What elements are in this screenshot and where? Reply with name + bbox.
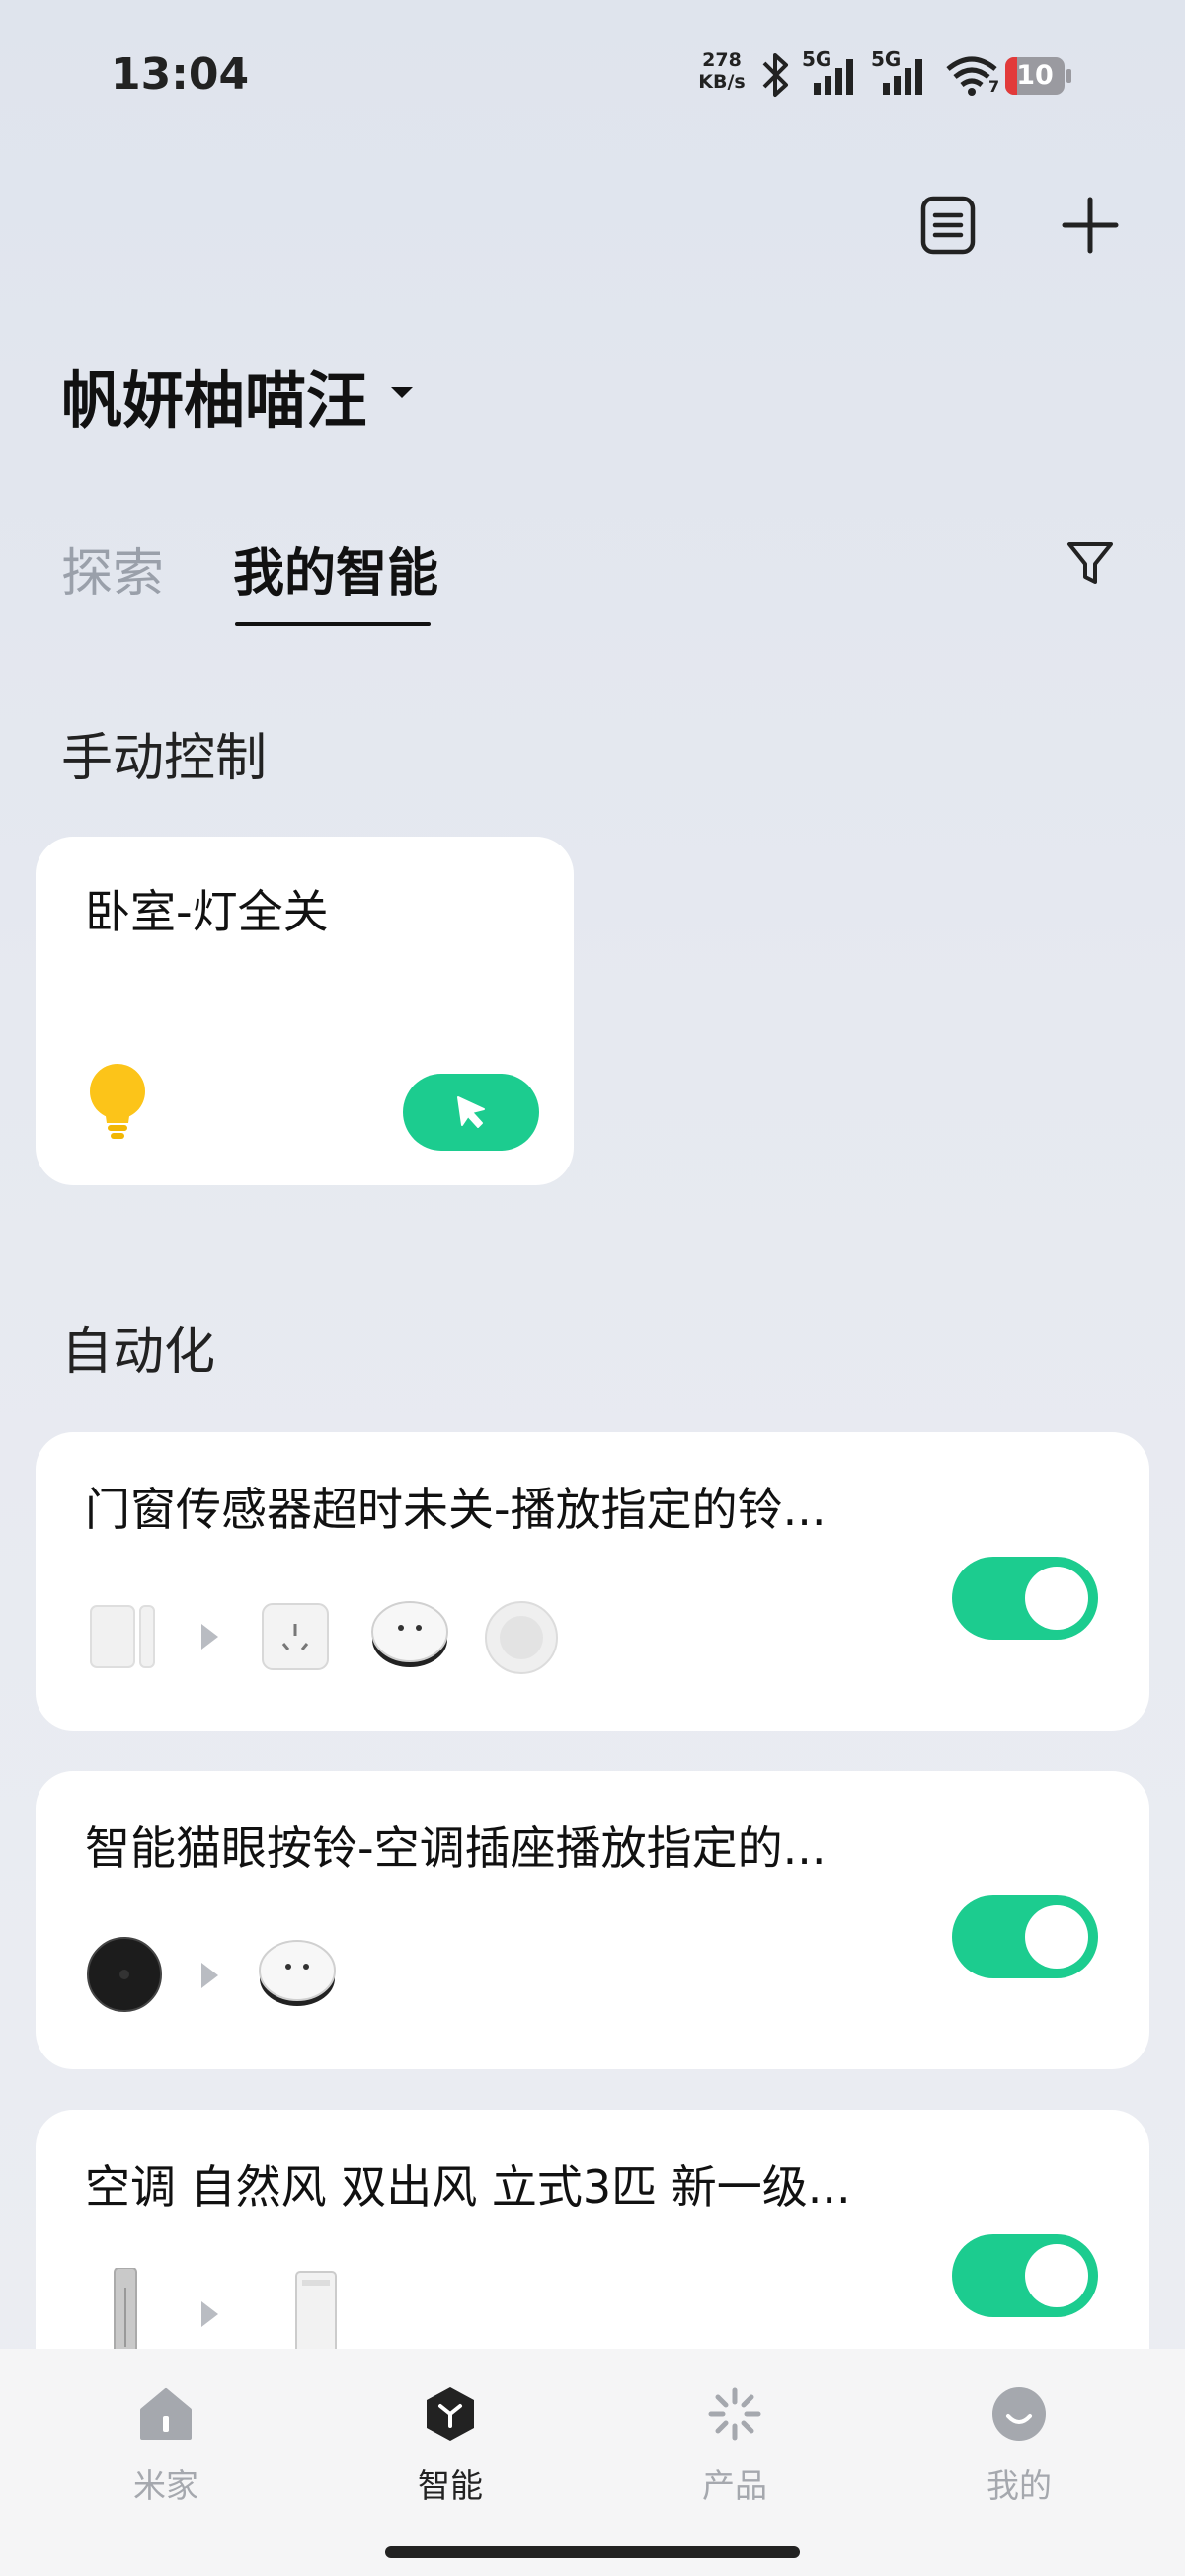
signal-icon (883, 59, 922, 95)
cursor-icon (457, 1096, 485, 1128)
battery-level: 10 (1016, 60, 1054, 91)
automation-title: 空调 自然风 双出风 立式3匹 新一级... (85, 2160, 851, 2214)
network-speed-unit: KB/s (698, 71, 746, 93)
bulb-icon (90, 1064, 145, 1139)
arrow-icon (201, 1624, 218, 1650)
battery-icon: 10 (1005, 57, 1072, 95)
smart-icon (427, 2387, 474, 2441)
nav-item-home[interactable]: 米家 (87, 2384, 245, 2507)
bottom-nav: 米家 智能 产品 我的 (0, 2349, 1185, 2576)
arrow-icon (201, 1963, 218, 1988)
door-sensor-icon (90, 1605, 155, 1668)
automation-toggle[interactable] (952, 1895, 1098, 1978)
automation-title: 智能猫眼按铃-空调插座播放指定的... (85, 1821, 827, 1875)
nav-label: 智能 (418, 2466, 483, 2505)
product-icon (708, 2387, 761, 2441)
nav-label: 米家 (133, 2466, 198, 2505)
smart-doorbell-icon (87, 1937, 162, 2012)
arrow-icon (201, 2301, 218, 2327)
scene-name: 卧室-灯全关 (85, 885, 329, 938)
log-icon[interactable] (918, 196, 978, 255)
automation-card[interactable]: 门窗传感器超时未关-播放指定的铃... (36, 1432, 1149, 1731)
manual-scene-card[interactable]: 卧室-灯全关 (36, 837, 574, 1185)
network-speed: 278 KB/s (696, 49, 748, 93)
automation-card[interactable]: 智能猫眼按铃-空调插座播放指定的... (36, 1771, 1149, 2069)
automation-toggle[interactable] (952, 1557, 1098, 1640)
manual-section-title: 手动控制 (61, 729, 268, 788)
nav-label: 我的 (987, 2466, 1052, 2505)
nav-item-product[interactable]: 产品 (656, 2384, 814, 2507)
plus-icon[interactable] (1061, 196, 1120, 255)
bluetooth-icon (762, 53, 788, 97)
nav-label: 产品 (702, 2466, 767, 2505)
gateway-icon (485, 1601, 558, 1674)
status-time: 13:04 (111, 49, 250, 100)
signal-icon (814, 59, 853, 95)
run-scene-button[interactable] (403, 1074, 539, 1151)
automation-title: 门窗传感器超时未关-播放指定的铃... (85, 1483, 827, 1536)
tab-my-smart[interactable]: 我的智能 (233, 531, 438, 605)
nav-item-smart[interactable]: 智能 (371, 2384, 529, 2507)
network-speed-value: 278 (702, 49, 742, 71)
profile-icon (992, 2387, 1046, 2441)
smart-plug-icon (262, 1603, 329, 1670)
home-icon (140, 2388, 192, 2440)
ac-companion-icon (371, 1601, 448, 1667)
tab-explore[interactable]: 探索 (61, 531, 164, 605)
automation-section-title: 自动化 (61, 1323, 216, 1382)
tab-indicator (235, 622, 431, 626)
automation-toggle[interactable] (952, 2234, 1098, 2317)
filter-icon[interactable] (1065, 537, 1116, 589)
nav-item-profile[interactable]: 我的 (940, 2384, 1098, 2507)
ac-companion-icon (259, 1940, 336, 2006)
wifi-badge: 7 (988, 77, 1000, 96)
home-selector[interactable]: 帆妍柚喵汪 (61, 351, 367, 440)
home-indicator[interactable] (385, 2546, 800, 2558)
chevron-down-icon[interactable] (391, 387, 413, 398)
